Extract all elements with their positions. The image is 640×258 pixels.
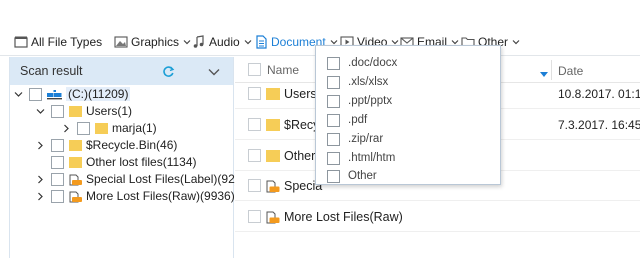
scan-result-panel: Scan result (C:)(11209) Users(1) marja(1… bbox=[9, 57, 239, 258]
option-label: .html/htm bbox=[348, 152, 396, 164]
chevron-down-icon bbox=[244, 38, 252, 46]
filter-graphics[interactable]: Graphics bbox=[114, 33, 191, 51]
chevron-right-icon[interactable] bbox=[36, 175, 45, 184]
option-label: .ppt/pptx bbox=[348, 95, 393, 107]
folder-icon bbox=[69, 139, 82, 151]
option-checkbox[interactable] bbox=[327, 75, 340, 89]
option-checkbox[interactable] bbox=[327, 169, 340, 183]
document-type-dropdown: .doc/docx .xls/xlsx .ppt/pptx .pdf .zip/… bbox=[315, 45, 501, 185]
all-files-icon bbox=[14, 35, 28, 49]
dropdown-option-pdf[interactable]: .pdf bbox=[327, 112, 367, 128]
option-checkbox[interactable] bbox=[327, 56, 340, 70]
folder-icon bbox=[266, 87, 280, 100]
row-name: Users bbox=[284, 86, 317, 101]
folder-icon bbox=[69, 105, 82, 117]
filter-audio[interactable]: Audio bbox=[192, 33, 252, 51]
filter-graphics-label: Graphics bbox=[131, 35, 180, 49]
row-checkbox[interactable] bbox=[248, 118, 261, 131]
collapse-panel-chevron-icon[interactable] bbox=[208, 66, 220, 76]
tree-label-recycle-bin: $Recycle.Bin(46) bbox=[86, 138, 178, 152]
image-icon bbox=[114, 35, 128, 49]
option-checkbox[interactable] bbox=[327, 132, 340, 146]
scan-result-title: Scan result bbox=[20, 64, 83, 78]
tree-label-more-lost: More Lost Files(Raw)(9936) bbox=[86, 189, 235, 203]
option-label: .pdf bbox=[348, 114, 368, 126]
row-date: 7.3.2017. 16:45: bbox=[558, 117, 640, 132]
tree-label-drive: (C:)(11209) bbox=[66, 87, 131, 101]
tree-label-users: Users(1) bbox=[86, 104, 133, 118]
chevron-down-icon[interactable] bbox=[36, 107, 45, 116]
dropdown-option-html[interactable]: .html/htm bbox=[327, 150, 395, 166]
chevron-right-icon[interactable] bbox=[36, 141, 45, 150]
option-checkbox[interactable] bbox=[327, 151, 340, 165]
tree-label-other-lost: Other lost files(1134) bbox=[86, 155, 197, 169]
tree-checkbox[interactable] bbox=[29, 87, 42, 101]
option-label: Other bbox=[348, 170, 377, 182]
tree-item-recycle-bin[interactable]: $Recycle.Bin(46) bbox=[36, 137, 177, 153]
option-label: .zip/rar bbox=[348, 133, 384, 145]
tree-item-drive-c[interactable]: (C:)(11209) bbox=[14, 86, 131, 102]
music-note-icon bbox=[192, 35, 206, 49]
tree-item-other-lost-files[interactable]: Other lost files(1134) bbox=[51, 154, 197, 170]
chevron-down-icon bbox=[512, 38, 520, 46]
tree-checkbox[interactable] bbox=[51, 172, 64, 186]
filter-audio-label: Audio bbox=[209, 35, 240, 49]
folder-icon bbox=[69, 156, 82, 168]
tree-label-special-lost: Special Lost Files(Label)(92) bbox=[86, 172, 239, 186]
chevron-down-icon bbox=[183, 38, 191, 46]
window-top-bar bbox=[0, 0, 640, 28]
table-row[interactable]: More Lost Files(Raw) bbox=[235, 202, 640, 232]
tree-item-special-lost-files[interactable]: Special Lost Files(Label)(92) bbox=[36, 171, 239, 187]
filter-all-file-types-label: All File Types bbox=[31, 35, 103, 49]
option-checkbox[interactable] bbox=[327, 113, 340, 127]
folder-icon bbox=[266, 149, 280, 162]
row-name: Other bbox=[284, 148, 316, 163]
row-checkbox[interactable] bbox=[248, 149, 261, 162]
tree-item-more-lost-files[interactable]: More Lost Files(Raw)(9936) bbox=[36, 188, 235, 204]
document-icon bbox=[254, 35, 268, 49]
row-name: More Lost Files(Raw) bbox=[284, 209, 403, 224]
folder-icon bbox=[266, 118, 280, 131]
dropdown-option-xls[interactable]: .xls/xlsx bbox=[327, 74, 388, 90]
chevron-right-icon[interactable] bbox=[62, 124, 71, 133]
tree-item-marja[interactable]: marja(1) bbox=[62, 120, 157, 136]
tree-item-users[interactable]: Users(1) bbox=[36, 103, 132, 119]
row-date: 10.8.2017. 01:18 bbox=[558, 86, 640, 101]
select-all-checkbox[interactable] bbox=[248, 63, 261, 76]
sort-descending-icon[interactable] bbox=[540, 67, 548, 77]
drive-icon bbox=[47, 89, 62, 100]
row-checkbox[interactable] bbox=[248, 87, 261, 100]
column-header-date[interactable]: Date bbox=[558, 64, 583, 78]
lost-files-icon bbox=[69, 174, 82, 185]
tree-checkbox[interactable] bbox=[51, 155, 64, 169]
tree-checkbox[interactable] bbox=[51, 104, 64, 118]
tree-label-marja: marja(1) bbox=[112, 121, 157, 135]
raw-files-icon bbox=[69, 191, 82, 202]
dropdown-option-doc[interactable]: .doc/docx bbox=[327, 55, 397, 71]
filter-all-file-types[interactable]: All File Types bbox=[14, 33, 102, 51]
option-checkbox[interactable] bbox=[327, 94, 340, 108]
raw-files-icon bbox=[266, 211, 280, 223]
tree-checkbox[interactable] bbox=[77, 121, 90, 135]
option-label: .doc/docx bbox=[348, 57, 398, 69]
column-divider[interactable] bbox=[551, 60, 552, 80]
dropdown-option-ppt[interactable]: .ppt/pptx bbox=[327, 93, 392, 109]
chevron-right-icon[interactable] bbox=[36, 192, 45, 201]
refresh-icon[interactable] bbox=[162, 65, 175, 78]
option-label: .xls/xlsx bbox=[348, 76, 389, 88]
row-checkbox[interactable] bbox=[248, 210, 261, 223]
lost-files-icon bbox=[266, 180, 280, 192]
column-header-name[interactable]: Name bbox=[267, 63, 299, 77]
scan-result-header: Scan result bbox=[10, 57, 233, 85]
dropdown-option-other[interactable]: Other bbox=[327, 168, 377, 184]
chevron-down-icon[interactable] bbox=[14, 90, 23, 99]
tree-checkbox[interactable] bbox=[51, 138, 64, 152]
row-checkbox[interactable] bbox=[248, 179, 261, 192]
folder-icon bbox=[95, 122, 108, 134]
tree-checkbox[interactable] bbox=[51, 189, 64, 203]
dropdown-option-zip[interactable]: .zip/rar bbox=[327, 131, 383, 147]
